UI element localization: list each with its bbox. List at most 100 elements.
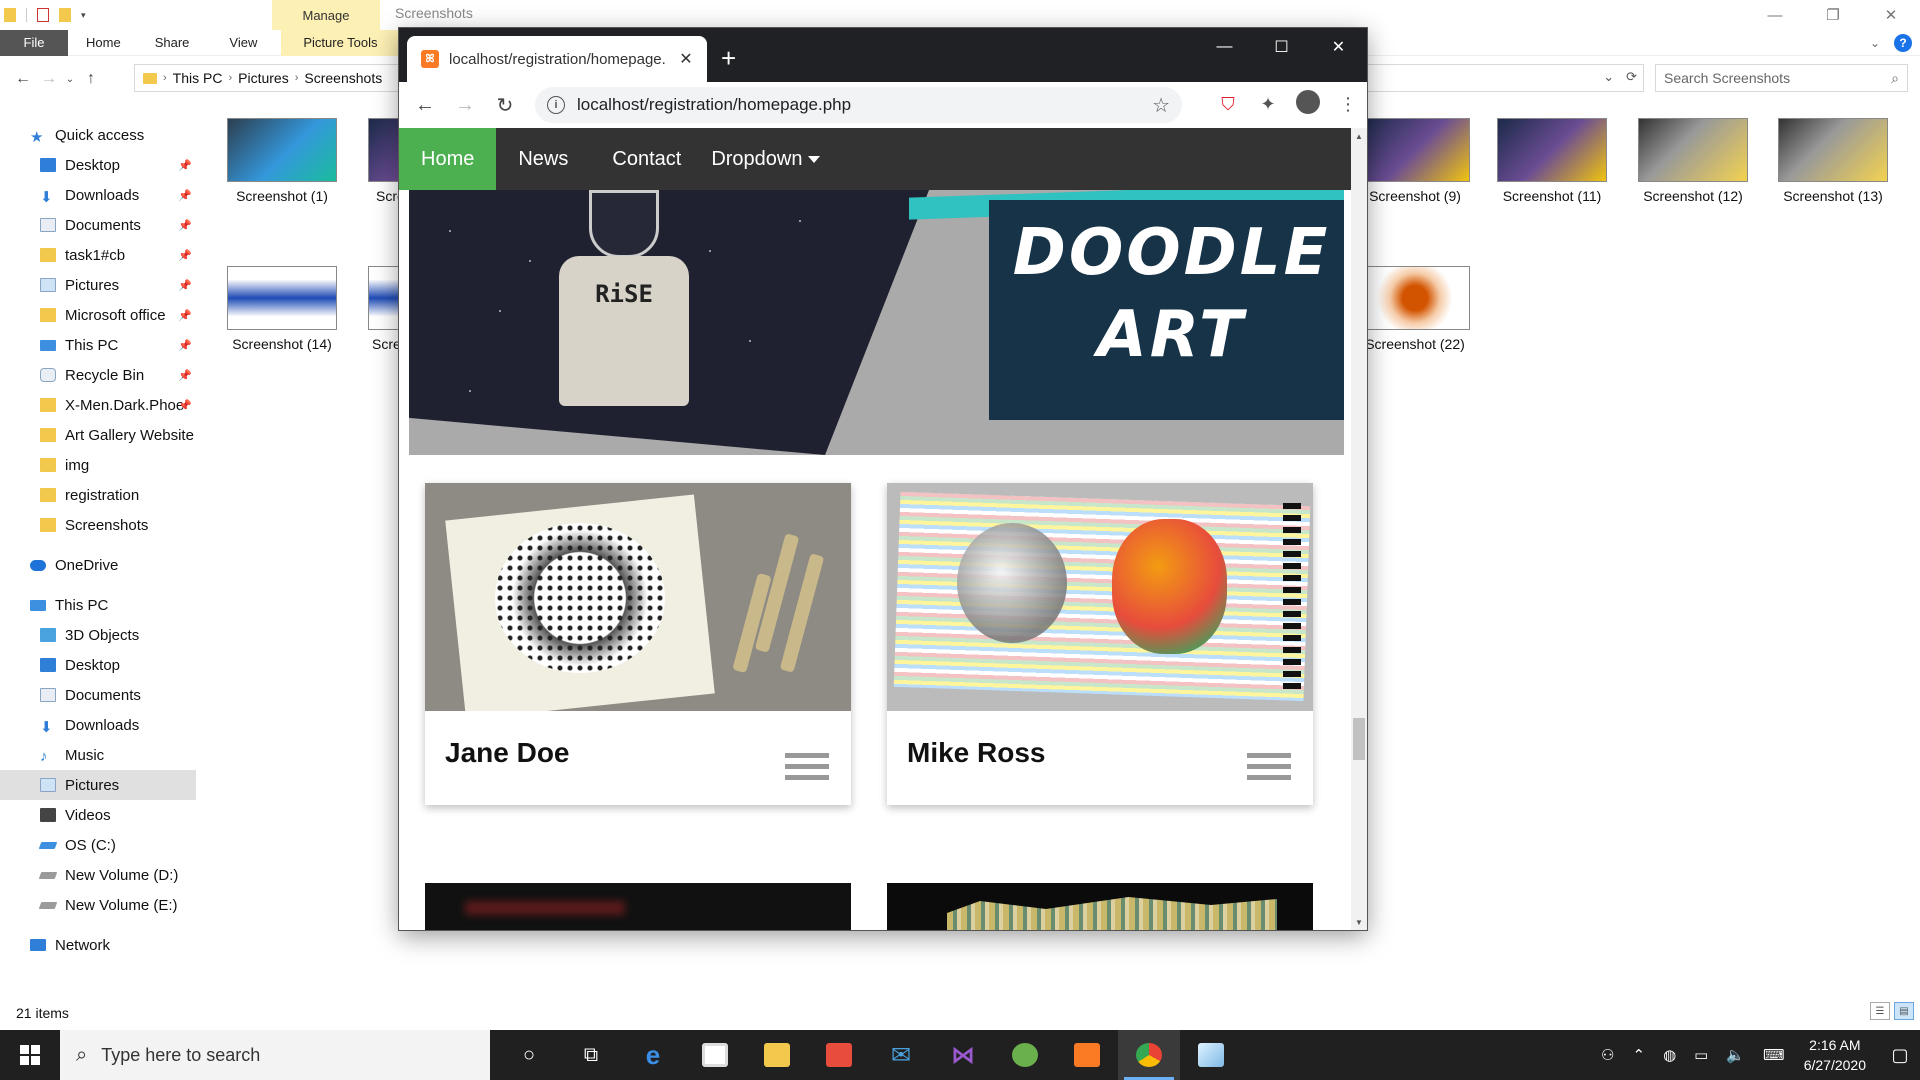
pin-icon[interactable]: 📌 bbox=[178, 369, 192, 382]
reload-icon[interactable]: ↻ bbox=[485, 93, 525, 118]
nav-microsoft-office[interactable]: Microsoft office 📌 bbox=[0, 300, 196, 330]
nav-desktop-pinned[interactable]: Desktop 📌 bbox=[0, 150, 196, 180]
tab-share[interactable]: Share bbox=[139, 30, 206, 56]
nav-documents[interactable]: Documents bbox=[0, 680, 196, 710]
file-explorer-icon[interactable] bbox=[746, 1030, 808, 1080]
file-item[interactable]: Screenshot (1) bbox=[222, 118, 342, 204]
nav-xmen[interactable]: X-Men.Dark.Phoe 📌 bbox=[0, 390, 196, 420]
cortana-icon[interactable]: ○ bbox=[498, 1030, 560, 1080]
nav-downloads-pinned[interactable]: ⬇ Downloads 📌 bbox=[0, 180, 196, 210]
glass-app-icon[interactable] bbox=[1180, 1030, 1242, 1080]
artist-card[interactable]: Jane Doe bbox=[425, 483, 851, 805]
nav-os-c[interactable]: OS (C:) bbox=[0, 830, 196, 860]
page-scrollbar[interactable]: ▲ ▼ bbox=[1351, 128, 1367, 930]
pin-icon[interactable]: 📌 bbox=[178, 159, 192, 172]
nav-art-gallery-website[interactable]: Art Gallery Website bbox=[0, 420, 196, 450]
file-item[interactable]: Screenshot (14) bbox=[222, 266, 342, 352]
artist-card-partial[interactable] bbox=[425, 883, 851, 930]
start-button[interactable] bbox=[0, 1030, 60, 1080]
large-icons-view-icon[interactable]: ▤ bbox=[1894, 1002, 1914, 1020]
chrome-icon[interactable] bbox=[1118, 1030, 1180, 1080]
nav-quick-access[interactable]: ★ Quick access bbox=[0, 120, 196, 150]
nav-screenshots[interactable]: Screenshots bbox=[0, 510, 196, 540]
nav-this-pc[interactable]: This PC bbox=[0, 590, 196, 620]
nav-news[interactable]: News bbox=[496, 128, 590, 190]
nav-home[interactable]: Home bbox=[399, 128, 497, 190]
edge-icon[interactable]: e bbox=[622, 1030, 684, 1080]
file-item[interactable]: Screenshot (11) bbox=[1492, 118, 1612, 204]
new-folder-icon[interactable] bbox=[59, 8, 71, 22]
forward-arrow-icon[interactable]: → bbox=[36, 70, 62, 88]
nav-onedrive[interactable]: OneDrive bbox=[0, 550, 196, 580]
nav-contact[interactable]: Contact bbox=[590, 128, 703, 190]
nav-task1cb[interactable]: task1#cb 📌 bbox=[0, 240, 196, 270]
pin-icon[interactable]: 📌 bbox=[178, 309, 192, 322]
nav-recycle-bin[interactable]: Recycle Bin 📌 bbox=[0, 360, 196, 390]
details-view-icon[interactable]: ☰ bbox=[1870, 1002, 1890, 1020]
bookmark-star-icon[interactable]: ☆ bbox=[1152, 93, 1170, 118]
pin-icon[interactable]: 📌 bbox=[178, 219, 192, 232]
notification-center-icon[interactable]: ▢ bbox=[1880, 1045, 1920, 1066]
manage-context-tab[interactable]: Manage bbox=[272, 0, 380, 30]
network-globe-icon[interactable]: ◍ bbox=[1663, 1046, 1676, 1064]
nav-documents-pinned[interactable]: Documents 📌 bbox=[0, 210, 196, 240]
nav-registration[interactable]: registration bbox=[0, 480, 196, 510]
scroll-up-icon[interactable]: ▲ bbox=[1351, 128, 1367, 144]
visual-studio-icon[interactable]: ⋈ bbox=[932, 1030, 994, 1080]
nav-pictures[interactable]: Pictures bbox=[0, 770, 196, 800]
file-item[interactable]: Screenshot (9) bbox=[1355, 118, 1475, 204]
profile-avatar-icon[interactable] bbox=[1295, 90, 1321, 119]
restore-icon[interactable]: ❐ bbox=[1804, 0, 1862, 30]
search-box[interactable]: Search Screenshots ⌕ bbox=[1655, 64, 1908, 92]
nav-3d-objects[interactable]: 3D Objects bbox=[0, 620, 196, 650]
mail-icon[interactable]: ✉ bbox=[870, 1030, 932, 1080]
breadcrumb-screenshots[interactable]: Screenshots bbox=[304, 70, 382, 86]
nav-this-pc-pinned[interactable]: This PC 📌 bbox=[0, 330, 196, 360]
close-tab-icon[interactable]: ✕ bbox=[675, 49, 697, 69]
nav-pictures-pinned[interactable]: Pictures 📌 bbox=[0, 270, 196, 300]
close-icon[interactable]: ✕ bbox=[1862, 0, 1920, 30]
nav-desktop[interactable]: Desktop bbox=[0, 650, 196, 680]
puzzle-extensions-icon[interactable]: ✦ bbox=[1255, 94, 1281, 115]
refresh-icon[interactable]: ⟳ bbox=[1626, 69, 1637, 85]
nav-volume-e[interactable]: New Volume (E:) bbox=[0, 890, 196, 920]
volume-icon[interactable]: 🔈 bbox=[1726, 1046, 1745, 1064]
pin-icon[interactable]: 📌 bbox=[178, 339, 192, 352]
tab-home[interactable]: Home bbox=[68, 30, 139, 56]
browser-tab[interactable]: ꕤ localhost/registration/homepage.php ✕ bbox=[407, 36, 707, 82]
file-item[interactable]: Screenshot (12) bbox=[1633, 118, 1753, 204]
store-icon[interactable] bbox=[684, 1030, 746, 1080]
task-view-icon[interactable]: ⧉ bbox=[560, 1030, 622, 1080]
pin-icon[interactable]: 📌 bbox=[178, 399, 192, 412]
breadcrumb-this-pc[interactable]: This PC bbox=[173, 70, 223, 86]
hamburger-menu-icon[interactable] bbox=[785, 753, 829, 786]
maximize-icon[interactable]: ☐ bbox=[1253, 28, 1310, 66]
artist-card[interactable]: Mike Ross bbox=[887, 483, 1313, 805]
properties-icon[interactable] bbox=[37, 8, 49, 22]
forward-arrow-icon[interactable]: → bbox=[445, 94, 485, 117]
clock[interactable]: 2:16 AM 6/27/2020 bbox=[1804, 1035, 1866, 1075]
chevron-down-icon[interactable]: ⌄ bbox=[1603, 69, 1614, 85]
nav-downloads[interactable]: ⬇ Downloads bbox=[0, 710, 196, 740]
site-info-icon[interactable]: i bbox=[547, 96, 565, 114]
utorrent-icon[interactable] bbox=[994, 1030, 1056, 1080]
recent-locations-icon[interactable]: ⌄ bbox=[62, 74, 78, 85]
minimize-icon[interactable]: — bbox=[1196, 28, 1253, 66]
nav-volume-d[interactable]: New Volume (D:) bbox=[0, 860, 196, 890]
nav-network[interactable]: Network bbox=[0, 930, 196, 960]
battery-icon[interactable]: ▭ bbox=[1694, 1046, 1708, 1064]
minimize-icon[interactable]: — bbox=[1746, 0, 1804, 30]
pin-icon[interactable]: 📌 bbox=[178, 249, 192, 262]
pin-icon[interactable]: 📌 bbox=[178, 189, 192, 202]
file-item[interactable]: Screenshot (13) bbox=[1773, 118, 1893, 204]
file-item[interactable]: Screenshot (22) bbox=[1355, 266, 1475, 352]
kebab-menu-icon[interactable]: ⋮ bbox=[1335, 94, 1361, 115]
taskbar-search-box[interactable]: ⌕ Type here to search bbox=[60, 1030, 490, 1080]
keyboard-icon[interactable]: ⌨ bbox=[1763, 1046, 1785, 1064]
hamburger-menu-icon[interactable] bbox=[1247, 753, 1291, 786]
tab-picture-tools[interactable]: Picture Tools bbox=[281, 29, 400, 56]
pin-icon[interactable]: 📌 bbox=[178, 279, 192, 292]
url-bar[interactable]: i localhost/registration/homepage.php ☆ bbox=[535, 87, 1182, 123]
tab-view[interactable]: View bbox=[205, 30, 281, 56]
new-tab-icon[interactable]: + bbox=[721, 44, 736, 72]
